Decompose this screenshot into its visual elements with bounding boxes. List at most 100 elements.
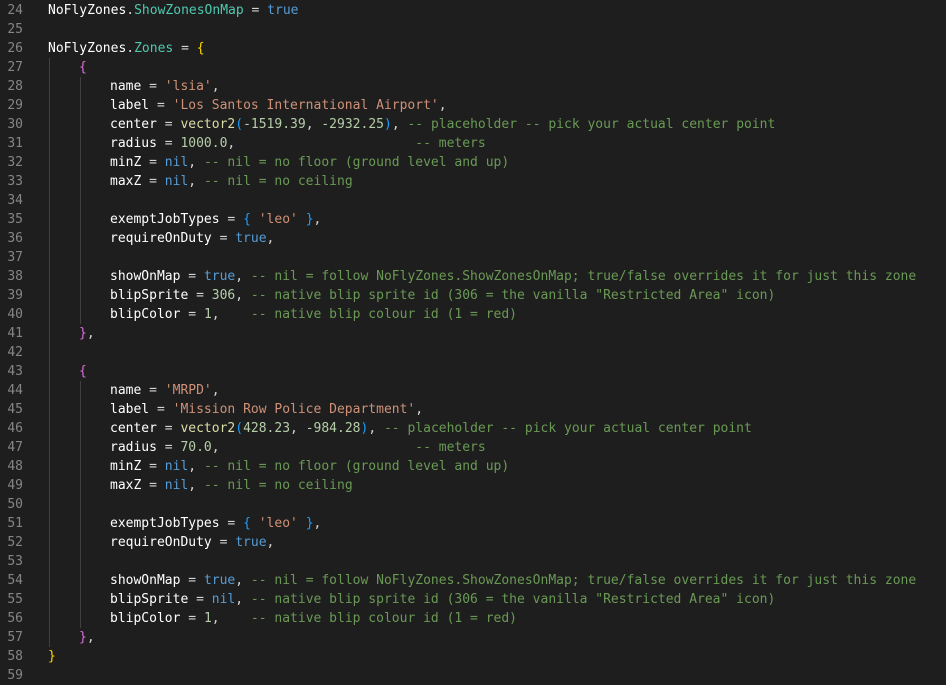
code-token: , <box>266 535 275 550</box>
code-line[interactable]: 53 <box>0 552 946 571</box>
indent-guide <box>80 381 81 400</box>
code-token: , <box>391 117 408 132</box>
code-token: } <box>305 516 314 531</box>
code-line[interactable]: 56 blipColor = 1, -- native blip colour i… <box>0 609 946 628</box>
code-token: exemptJobTypes <box>110 212 220 227</box>
code-token: = <box>141 478 165 493</box>
code-token: -1519.39 <box>243 117 306 132</box>
code-token: true <box>203 269 236 284</box>
indent-guide <box>49 305 50 324</box>
code-line[interactable]: 34 <box>0 191 946 210</box>
code-token: blipColor <box>110 611 181 626</box>
indent-guide <box>80 134 81 153</box>
line-number: 31 <box>7 136 23 151</box>
code-token: 'MRPD' <box>164 383 212 398</box>
code-token: } <box>305 212 314 227</box>
code-token: showOnMap <box>110 269 181 284</box>
code-line[interactable]: 24 NoFlyZones.ShowZonesOnMap = true <box>0 1 946 20</box>
indent-guide <box>49 362 50 381</box>
line-number: 54 <box>7 573 23 588</box>
code-line[interactable]: 31 radius = 1000.0, -- meters <box>0 134 946 153</box>
indent-guide <box>80 533 81 552</box>
code-line[interactable]: 28 name = 'lsia', <box>0 77 946 96</box>
code-text: radius = 70.0, -- meters <box>110 438 486 457</box>
code-line[interactable]: 40 blipColor = 1, -- native blip colour i… <box>0 305 946 324</box>
code-token: , <box>313 212 322 227</box>
code-token: -2932.25 <box>321 117 384 132</box>
indent-guide <box>80 115 81 134</box>
code-token: = <box>211 535 236 550</box>
code-line[interactable]: 48 minZ = nil, -- nil = no floor (ground … <box>0 457 946 476</box>
code-line[interactable]: 36 requireOnDuty = true, <box>0 229 946 248</box>
code-text: label = 'Los Santos International Airpor… <box>110 96 447 115</box>
code-text: }, <box>79 628 95 647</box>
code-line[interactable]: 50 <box>0 495 946 514</box>
code-line[interactable]: 51 exemptJobTypes = { 'leo' }, <box>0 514 946 533</box>
line-number: 26 <box>7 41 23 56</box>
code-token: { <box>79 60 87 75</box>
code-line[interactable]: 27 { <box>0 58 946 77</box>
code-editor[interactable]: 24 NoFlyZones.ShowZonesOnMap = true 25 26 No… <box>0 0 946 685</box>
code-line[interactable]: 32 minZ = nil, -- nil = no floor (ground … <box>0 153 946 172</box>
indent-guide <box>80 210 81 229</box>
code-line[interactable]: 46 center = vector2(428.23, -984.28), -- … <box>0 419 946 438</box>
code-line[interactable]: 25 <box>0 20 946 39</box>
code-line[interactable]: 43 { <box>0 362 946 381</box>
indent-guide <box>49 457 50 476</box>
code-token: -- nil = no floor (ground level and up) <box>203 155 510 170</box>
code-token: , <box>313 516 322 531</box>
indent-guide <box>49 191 50 210</box>
code-token: name <box>110 79 142 94</box>
code-line[interactable]: 33 maxZ = nil, -- nil = no ceiling <box>0 172 946 191</box>
code-line[interactable]: 44 name = 'MRPD', <box>0 381 946 400</box>
code-line[interactable]: 38 showOnMap = true, -- nil = follow NoFl… <box>0 267 946 286</box>
code-line[interactable]: 52 requireOnDuty = true, <box>0 533 946 552</box>
code-token: = <box>141 383 165 398</box>
code-line[interactable]: 41}, <box>0 324 946 343</box>
code-token: 'leo' <box>258 212 298 227</box>
code-line[interactable]: 59 <box>0 666 946 685</box>
code-line[interactable]: 49 maxZ = nil, -- nil = no ceiling <box>0 476 946 495</box>
code-line[interactable]: 26 NoFlyZones.Zones = { <box>0 39 946 58</box>
code-line[interactable]: 29 label = 'Los Santos International Airp… <box>0 96 946 115</box>
line-number: 49 <box>7 478 23 493</box>
code-token: 'leo' <box>258 516 298 531</box>
line-number: 51 <box>7 516 23 531</box>
code-line[interactable]: 57}, <box>0 628 946 647</box>
indent-guide <box>49 343 50 362</box>
code-text: { <box>79 362 87 381</box>
indent-guide <box>49 172 50 191</box>
code-text: blipSprite = 306, -- native blip sprite … <box>110 286 775 305</box>
code-token: -- nil = no ceiling <box>203 174 353 189</box>
code-token: = <box>173 41 197 56</box>
code-text: NoFlyZones.ShowZonesOnMap = true <box>48 1 298 20</box>
code-line[interactable]: 58} <box>0 647 946 666</box>
indent-guide <box>80 476 81 495</box>
code-line[interactable]: 47 radius = 70.0, -- meters <box>0 438 946 457</box>
code-line[interactable]: 42 <box>0 343 946 362</box>
code-token: vector2 <box>180 421 236 436</box>
code-line[interactable]: 30 center = vector2(-1519.39, -2932.25), … <box>0 115 946 134</box>
code-token: 306 <box>211 288 236 303</box>
code-line[interactable]: 35 exemptJobTypes = { 'leo' }, <box>0 210 946 229</box>
indent-guide <box>80 267 81 286</box>
code-line[interactable]: 54 showOnMap = true, -- nil = follow NoFl… <box>0 571 946 590</box>
indent-guide <box>80 400 81 419</box>
code-line[interactable]: 37 <box>0 248 946 267</box>
code-token: name <box>110 383 142 398</box>
code-token: = <box>141 155 165 170</box>
indent-guide <box>80 438 81 457</box>
line-number: 40 <box>7 307 23 322</box>
code-token: . <box>126 3 135 18</box>
code-line[interactable]: 45 label = 'Mission Row Police Department… <box>0 400 946 419</box>
code-token: = <box>243 3 268 18</box>
code-line[interactable]: 39 blipSprite = 306, -- native blip sprit… <box>0 286 946 305</box>
code-text: blipColor = 1, -- native blip colour id … <box>110 305 517 324</box>
code-token: 'Mission Row Police Department' <box>172 402 416 417</box>
code-line[interactable]: 55 blipSprite = nil, -- native blip sprit… <box>0 590 946 609</box>
line-number: 56 <box>7 611 23 626</box>
indent-guide <box>49 229 50 248</box>
indent-guide <box>80 191 81 210</box>
